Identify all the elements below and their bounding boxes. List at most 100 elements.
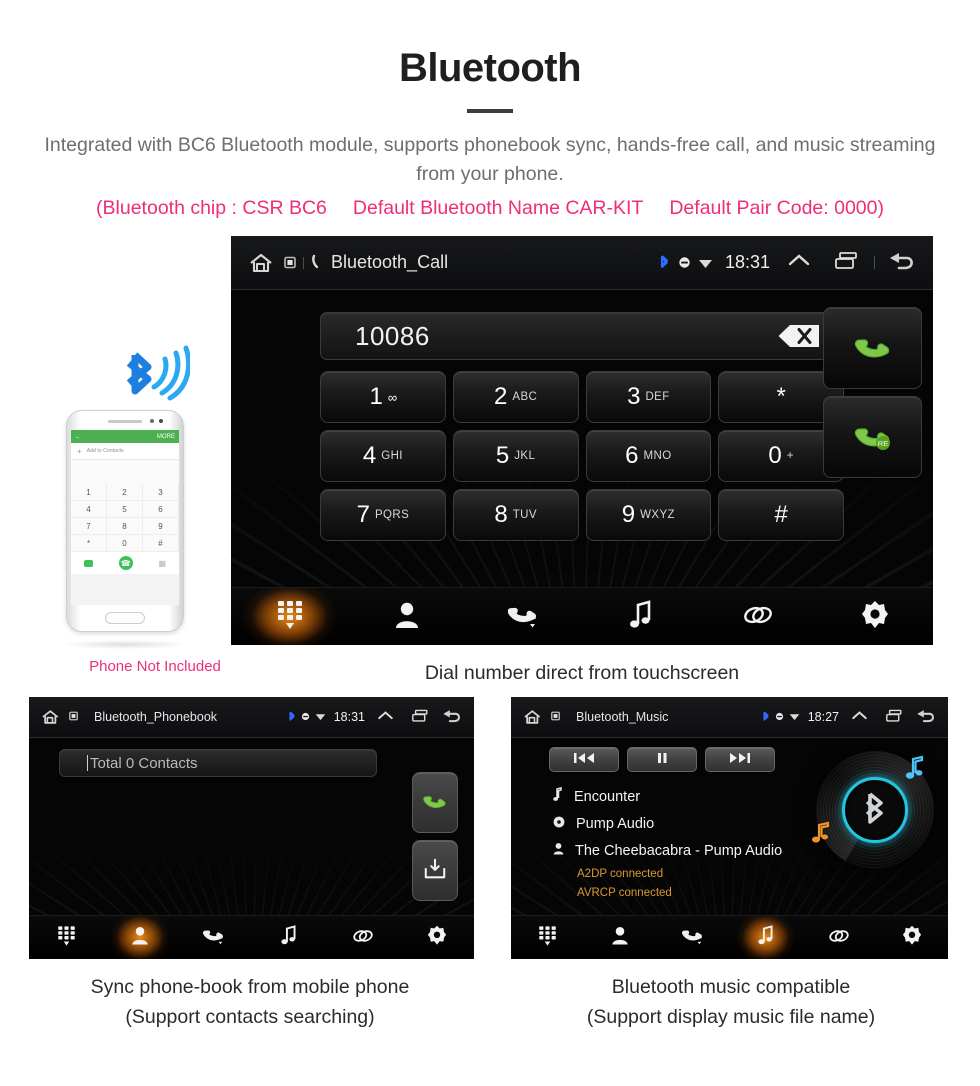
dial-key-4[interactable]: 4 GHI xyxy=(320,430,446,482)
nav-dialpad[interactable] xyxy=(231,588,348,645)
back-icon[interactable] xyxy=(915,708,937,727)
key-number: # xyxy=(774,501,788,528)
nav-call-log[interactable] xyxy=(657,916,730,959)
contacts-search-value: Total 0 Contacts xyxy=(90,754,198,772)
phone-number-input[interactable]: 10086 xyxy=(320,312,844,360)
track-album: Pump Audio xyxy=(576,815,655,832)
phone-number-value: 10086 xyxy=(355,320,430,351)
call-history-icon xyxy=(202,925,226,950)
key-letters: ABC xyxy=(512,391,538,403)
nav-pair[interactable] xyxy=(326,916,400,959)
mute-icon xyxy=(678,254,691,272)
bluetooth-signal-icon xyxy=(118,343,192,416)
contact-person-icon xyxy=(131,925,149,950)
nav-settings[interactable] xyxy=(400,916,474,959)
phone-key: 6 xyxy=(143,501,179,518)
recents-icon[interactable] xyxy=(885,709,904,726)
phone-key: # xyxy=(143,535,179,552)
mute-icon xyxy=(301,711,310,724)
chevron-up-icon[interactable] xyxy=(376,709,395,726)
back-icon[interactable] xyxy=(887,250,917,275)
dial-key-9[interactable]: 9 WXYZ xyxy=(585,489,712,541)
bluetooth-icon xyxy=(863,790,887,830)
dial-key-8[interactable]: 8 TUV xyxy=(452,489,579,541)
phonebook-caption: Sync phone-book from mobile phone (Suppo… xyxy=(25,972,475,1032)
recents-icon[interactable] xyxy=(834,251,860,274)
bluetooth-icon xyxy=(659,253,670,273)
nav-music[interactable] xyxy=(582,588,699,645)
nav-settings[interactable] xyxy=(875,916,948,959)
download-contacts-button[interactable] xyxy=(412,840,458,901)
nav-call-log[interactable] xyxy=(465,588,582,645)
music-bottom-nav xyxy=(511,915,948,959)
dial-key-1[interactable]: 1 ∞ xyxy=(320,371,446,423)
nav-music[interactable] xyxy=(729,916,803,959)
contacts-search-input[interactable]: Total 0 Contacts xyxy=(59,749,377,777)
home-icon[interactable] xyxy=(522,708,544,726)
phone-key: 5 xyxy=(107,501,143,518)
phone-shadow xyxy=(62,640,188,649)
phone-key: * xyxy=(71,535,107,552)
call-history-icon xyxy=(507,600,540,634)
home-icon[interactable] xyxy=(40,708,62,726)
nav-music[interactable] xyxy=(252,916,326,959)
pause-button[interactable] xyxy=(627,747,697,772)
phonebook-call-button[interactable] xyxy=(412,772,458,833)
key-letters: TUV xyxy=(512,509,537,521)
nav-pair[interactable] xyxy=(802,916,875,959)
redial-handset-icon: RE xyxy=(850,418,896,456)
phonebook-bottom-nav xyxy=(29,915,474,959)
key-number: 8 xyxy=(494,501,508,528)
phone-sensor xyxy=(150,419,154,423)
recents-icon[interactable] xyxy=(411,709,430,726)
music-note-orange-icon xyxy=(810,821,832,849)
music-caption-line1: Bluetooth music compatible xyxy=(611,976,851,998)
phone-key: 4 xyxy=(71,501,107,518)
redial-button[interactable]: RE xyxy=(823,396,922,478)
back-icon[interactable] xyxy=(441,708,463,727)
track-artist: The Cheebacabra - Pump Audio xyxy=(575,842,783,859)
phone-key: 7 xyxy=(71,518,107,535)
phonebook-screen-title: Bluetooth_Phonebook xyxy=(94,710,218,724)
phone-add-contacts-row: + Add to Contacts xyxy=(71,443,179,460)
chevron-up-icon[interactable] xyxy=(786,251,812,274)
nav-pair[interactable] xyxy=(699,588,816,645)
text-cursor xyxy=(87,755,88,771)
nav-call-log[interactable] xyxy=(177,916,251,959)
track-artist-row: The Cheebacabra - Pump Audio xyxy=(553,837,782,864)
home-icon[interactable] xyxy=(247,251,277,275)
track-title: Encounter xyxy=(574,788,641,805)
wifi-icon xyxy=(698,254,713,272)
title-underline xyxy=(467,109,513,113)
chevron-up-icon[interactable] xyxy=(850,709,869,726)
wifi-icon xyxy=(315,711,326,724)
phone-key: 8 xyxy=(107,518,143,535)
dial-key-2[interactable]: 2 ABC xyxy=(452,371,579,423)
bluetooth-icon xyxy=(762,710,770,725)
disc-icon xyxy=(553,816,565,832)
nav-contacts[interactable] xyxy=(103,916,178,959)
dial-key-hash[interactable]: # xyxy=(718,489,844,541)
key-number: 1 xyxy=(369,383,383,410)
nav-settings[interactable] xyxy=(816,588,933,645)
previous-track-button[interactable] xyxy=(549,747,619,772)
dial-key-5[interactable]: 5 JKL xyxy=(452,430,579,482)
music-note-small-icon xyxy=(553,787,563,806)
key-letters: WXYZ xyxy=(640,509,675,521)
dial-key-7[interactable]: 7 PQRS xyxy=(320,489,446,541)
backspace-icon[interactable] xyxy=(777,324,821,349)
wifi-icon xyxy=(789,711,800,724)
person-small-icon xyxy=(553,842,564,859)
phone-speaker xyxy=(108,420,142,423)
next-track-button[interactable] xyxy=(705,747,775,772)
track-album-row: Pump Audio xyxy=(553,810,782,837)
dial-key-6[interactable]: 6 MNO xyxy=(585,430,712,482)
sdcard-icon xyxy=(551,711,560,724)
dial-key-3[interactable]: 3 DEF xyxy=(585,371,712,423)
nav-dialpad[interactable] xyxy=(29,916,103,959)
call-button[interactable] xyxy=(823,307,922,389)
nav-dialpad[interactable] xyxy=(511,916,584,959)
call-screen-title: Bluetooth_Call xyxy=(331,252,449,272)
nav-contacts[interactable] xyxy=(348,588,465,645)
nav-contacts[interactable] xyxy=(584,916,657,959)
